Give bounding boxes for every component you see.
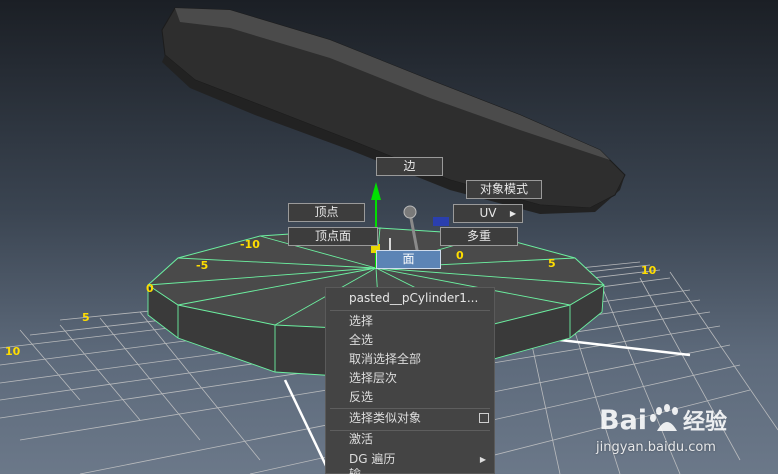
menu-item-activate[interactable]: 激活 — [326, 430, 494, 449]
menu-item-select-hierarchy[interactable]: 选择层次 — [326, 369, 494, 388]
viewport-3d[interactable]: -10 -5 0 0 5 10 5 10 边 对象模式 顶点 UV ▶ 顶点面 … — [0, 0, 778, 474]
watermark-url: jingyan.baidu.com — [596, 440, 716, 455]
marking-menu-uv-label: UV — [479, 206, 497, 220]
grid-label-ten-left: 10 — [5, 345, 21, 358]
grid-axis-z — [283, 379, 332, 474]
grid-label-ten-right: 10 — [641, 264, 657, 277]
context-menu-object-name[interactable]: pasted__pCylinder1... — [326, 289, 494, 308]
menu-item-select-similar-label: 选择类似对象 — [349, 411, 422, 425]
menu-item-select[interactable]: 选择 — [326, 312, 494, 331]
svg-text:经验: 经验 — [683, 409, 727, 435]
menu-item-select-all[interactable]: 全选 — [326, 331, 494, 350]
marking-menu-face[interactable]: 面 — [376, 250, 441, 269]
menu-item-dg-traversal[interactable]: DG 遍历 ▶ — [326, 450, 494, 469]
grid-label-five-right: 5 — [548, 257, 556, 270]
marking-menu-uv[interactable]: UV ▶ — [453, 204, 523, 223]
grid-label-zero-right: 0 — [456, 249, 464, 262]
marking-menu-multi[interactable]: 多重 — [440, 227, 518, 246]
marking-menu-edge[interactable]: 边 — [376, 157, 443, 176]
marking-menu-vertex[interactable]: 顶点 — [288, 203, 365, 222]
submenu-arrow-icon: ▶ — [509, 209, 516, 218]
menu-item-deselect-all[interactable]: 取消选择全部 — [326, 350, 494, 369]
option-box-icon[interactable] — [479, 413, 489, 423]
marking-menu-object-mode[interactable]: 对象模式 — [466, 180, 542, 199]
submenu-arrow-icon: ▶ — [479, 455, 486, 464]
grid-label-five-left: 5 — [82, 311, 90, 324]
context-menu: pasted__pCylinder1... 选择 全选 取消选择全部 选择层次 … — [325, 287, 495, 474]
menu-item-partial[interactable]: 输... — [326, 468, 494, 474]
marking-menu-vertex-face[interactable]: 顶点面 — [288, 227, 378, 246]
menu-item-invert-selection[interactable]: 反选 — [326, 388, 494, 407]
menu-separator — [330, 310, 490, 311]
menu-item-dg-traversal-label: DG 遍历 — [349, 452, 396, 466]
menu-item-select-similar[interactable]: 选择类似对象 — [326, 409, 494, 428]
grid-label-zero-left: 0 — [146, 282, 154, 295]
svg-text:Bai: Bai — [599, 405, 647, 436]
grid-label-neg5: -5 — [196, 259, 209, 272]
floating-disc[interactable] — [161, 7, 626, 214]
baidu-logo: Bai 经验 — [599, 404, 727, 436]
grid-label-neg10: -10 — [240, 238, 260, 251]
